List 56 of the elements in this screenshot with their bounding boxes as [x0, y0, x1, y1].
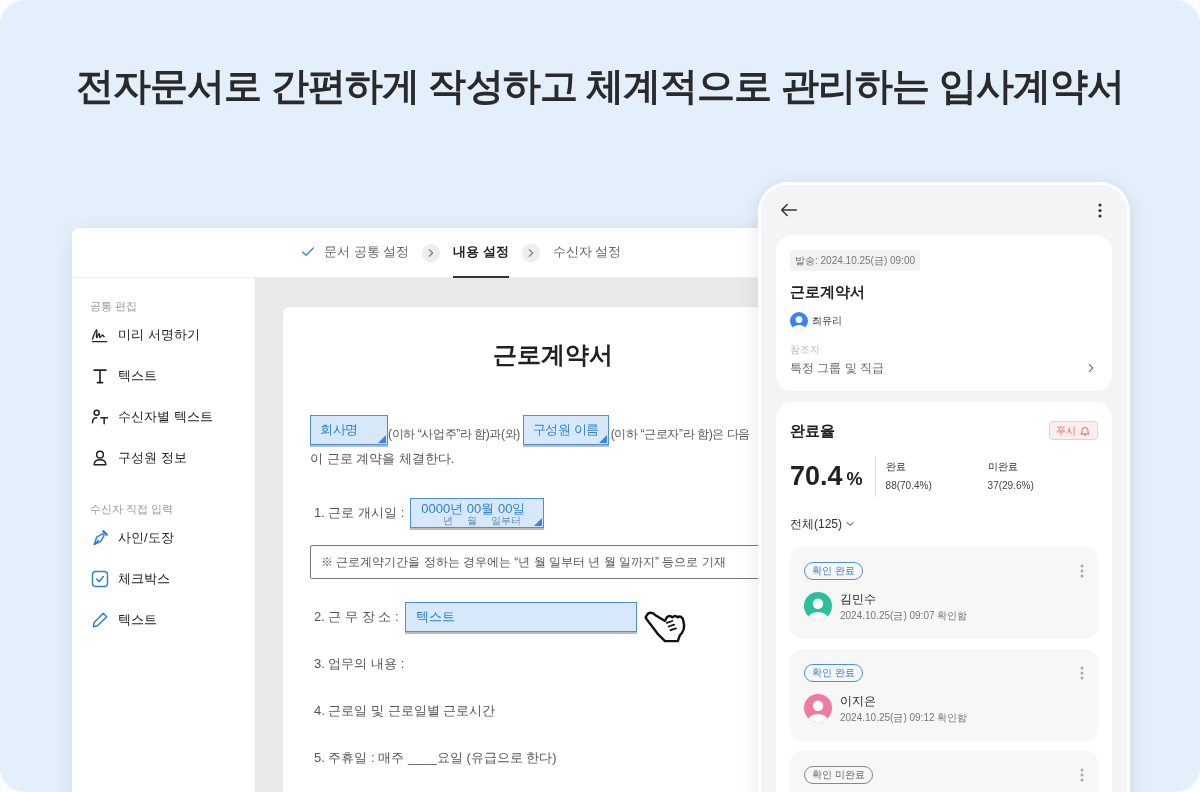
- completion-rate: 70.4: [790, 460, 843, 493]
- person-icon: [90, 448, 110, 468]
- item-text: 5. 주휴일 : 매주 ____요일 (유급으로 한다): [313, 749, 557, 768]
- chevron-right-icon: [520, 242, 541, 263]
- sidebar-item[interactable]: 미리 서명하기: [90, 314, 237, 356]
- item-label: 1. 근로 개시일 :: [314, 503, 405, 522]
- confirmed-time: 2024.10.25(금) 09:12 확인함: [840, 710, 968, 725]
- stat-label: 미완료: [987, 460, 1019, 475]
- more-icon: [1080, 563, 1084, 578]
- section-title: 공통 편집: [90, 299, 139, 314]
- more-icon: [1080, 767, 1084, 782]
- resize-handle-icon: [534, 517, 543, 526]
- contract-text: (이하 “근로자”라 함)은 다음: [610, 426, 751, 443]
- person-text-icon: [90, 407, 110, 427]
- sender-name: 최유리: [812, 314, 842, 328]
- checkbox-icon: [90, 568, 110, 589]
- section-title: 완료율: [790, 420, 835, 441]
- sent-date: 발송: 2024.10.25(금) 09:00: [790, 250, 921, 271]
- bell-icon: [1079, 424, 1091, 437]
- percent-sign: %: [846, 468, 863, 491]
- stat-value: 88(70.4%): [885, 479, 933, 494]
- stat-label: 완료: [885, 460, 907, 475]
- filter-dropdown[interactable]: 전체(125): [790, 514, 856, 533]
- sidebar-item[interactable]: 텍스트: [90, 355, 237, 397]
- recipient-card[interactable]: 확인 완료 김민수 2024.10.25(금) 09:07 확인함: [790, 546, 1098, 639]
- item-label: 2. 근 무 장 소 :: [314, 607, 399, 626]
- recipient-name: 이지은: [840, 692, 877, 710]
- headline: 전자문서로 간편하게 작성하고 체계적으로 관리하는 입사계약서: [74, 64, 1126, 109]
- item-text: 4. 근로일 및 근로일별 근로시간: [313, 702, 496, 721]
- document-title: 근로계약서: [493, 340, 613, 370]
- chevron-right-icon: [421, 242, 442, 263]
- sidebar-item[interactable]: 사인/도장: [90, 517, 237, 558]
- reference-value: 특정 그룹 및 직급: [790, 359, 884, 377]
- sidebar-item[interactable]: 텍스트: [90, 599, 237, 640]
- pen-nib-icon: [90, 527, 110, 548]
- recipient-card[interactable]: 확인 미완료: [790, 750, 1098, 792]
- sidebar-item[interactable]: 구성원 정보: [90, 437, 237, 479]
- section-title: 수신자 직접 입력: [90, 501, 175, 517]
- field-label: 참조자: [790, 342, 821, 357]
- step-tab[interactable]: 문서 공통 설정: [300, 228, 410, 278]
- resize-handle-icon: [378, 435, 386, 443]
- text-icon: [90, 366, 110, 386]
- sidebar-item[interactable]: 수신자별 텍스트: [90, 396, 237, 438]
- more-icon: [1098, 202, 1102, 218]
- item-text: 3. 업무의 내용 :: [313, 655, 405, 674]
- more-icon: [1080, 665, 1084, 680]
- resize-handle-icon: [598, 435, 607, 443]
- recipient-card[interactable]: 확인 완료 이지은 2024.10.25(금) 09:12 확인함: [790, 648, 1098, 741]
- confirmed-time: 2024.10.25(금) 09:07 확인함: [840, 608, 968, 623]
- recipient-name: 김민수: [840, 590, 877, 608]
- stat-value: 37(29.6%): [987, 479, 1035, 494]
- sidebar-item[interactable]: 체크박스: [90, 558, 237, 599]
- contract-text: (이하 “사업주”라 함)과(와): [388, 426, 520, 443]
- document-title: 근로계약서: [790, 282, 866, 302]
- contract-text: 이 근로 계약을 체결한다.: [310, 450, 456, 468]
- step-tab[interactable]: 수신자 설정: [552, 228, 622, 278]
